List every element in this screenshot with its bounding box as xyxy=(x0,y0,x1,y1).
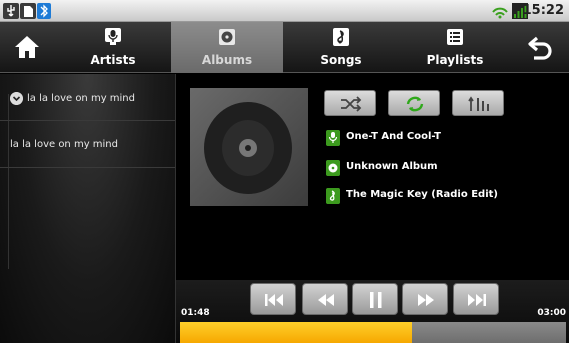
sd-card-icon xyxy=(20,3,36,19)
list-item-label: la la love on my mind xyxy=(10,139,118,150)
tab-label: Albums xyxy=(201,53,253,67)
disc-icon xyxy=(326,160,340,176)
progress-bar[interactable] xyxy=(180,322,566,343)
shuffle-button[interactable] xyxy=(324,90,376,116)
artist-name: One-T And Cool-T xyxy=(346,131,441,142)
skip-next-icon xyxy=(468,294,486,306)
list-icon xyxy=(447,29,463,45)
music-note-icon xyxy=(326,188,340,204)
equalizer-button[interactable] xyxy=(452,90,504,116)
total-time: 03:00 xyxy=(537,308,566,318)
shuffle-icon xyxy=(341,96,362,112)
tab-playlists[interactable]: Playlists xyxy=(399,22,511,73)
artist-row: One-T And Cool-T xyxy=(326,130,556,148)
chevron-down-icon xyxy=(10,92,23,105)
list-item-label: la la love on my mind xyxy=(27,93,135,104)
fast-forward-icon xyxy=(418,294,434,306)
wifi-icon xyxy=(492,7,508,19)
tab-songs[interactable]: Songs xyxy=(285,22,397,73)
album-name: Unknown Album xyxy=(346,161,438,172)
tab-bar: Artists Albums Songs Playlists xyxy=(0,22,569,73)
fast-forward-button[interactable] xyxy=(402,283,448,315)
tab-albums[interactable]: Albums xyxy=(171,22,283,73)
bluetooth-icon xyxy=(37,3,51,19)
disc-icon xyxy=(219,29,235,45)
repeat-button[interactable] xyxy=(388,90,440,116)
disc-icon xyxy=(204,102,292,194)
usb-icon xyxy=(3,3,19,19)
pause-icon xyxy=(370,292,382,308)
skip-previous-button[interactable] xyxy=(250,283,296,315)
album-row: Unknown Album xyxy=(326,160,556,178)
back-button[interactable] xyxy=(514,22,569,73)
skip-next-button[interactable] xyxy=(453,283,499,315)
tab-artists[interactable]: Artists xyxy=(57,22,169,73)
status-bar: 15:22 xyxy=(0,0,569,22)
list-item[interactable]: la la love on my mind xyxy=(0,121,175,168)
home-icon xyxy=(15,36,39,58)
elapsed-time: 01:48 xyxy=(181,308,210,318)
back-arrow-icon xyxy=(528,36,552,60)
repeat-icon xyxy=(406,96,424,112)
microphone-icon xyxy=(105,28,121,45)
rewind-button[interactable] xyxy=(302,283,348,315)
pause-button[interactable] xyxy=(352,283,398,315)
clock: 15:22 xyxy=(522,3,564,18)
equalizer-icon xyxy=(468,96,489,111)
home-button[interactable] xyxy=(0,22,55,73)
tab-label: Artists xyxy=(90,53,136,67)
music-note-icon xyxy=(333,28,349,46)
microphone-icon xyxy=(326,130,340,146)
song-row: The Magic Key (Radio Edit) xyxy=(326,188,556,206)
album-art xyxy=(190,88,308,206)
skip-previous-icon xyxy=(265,294,283,306)
progress-fill xyxy=(180,322,412,343)
list-item[interactable]: la la love on my mind xyxy=(0,74,175,121)
rewind-icon xyxy=(318,294,334,306)
tab-label: Songs xyxy=(320,53,362,67)
song-title: The Magic Key (Radio Edit) xyxy=(346,189,498,200)
tab-label: Playlists xyxy=(426,53,484,67)
